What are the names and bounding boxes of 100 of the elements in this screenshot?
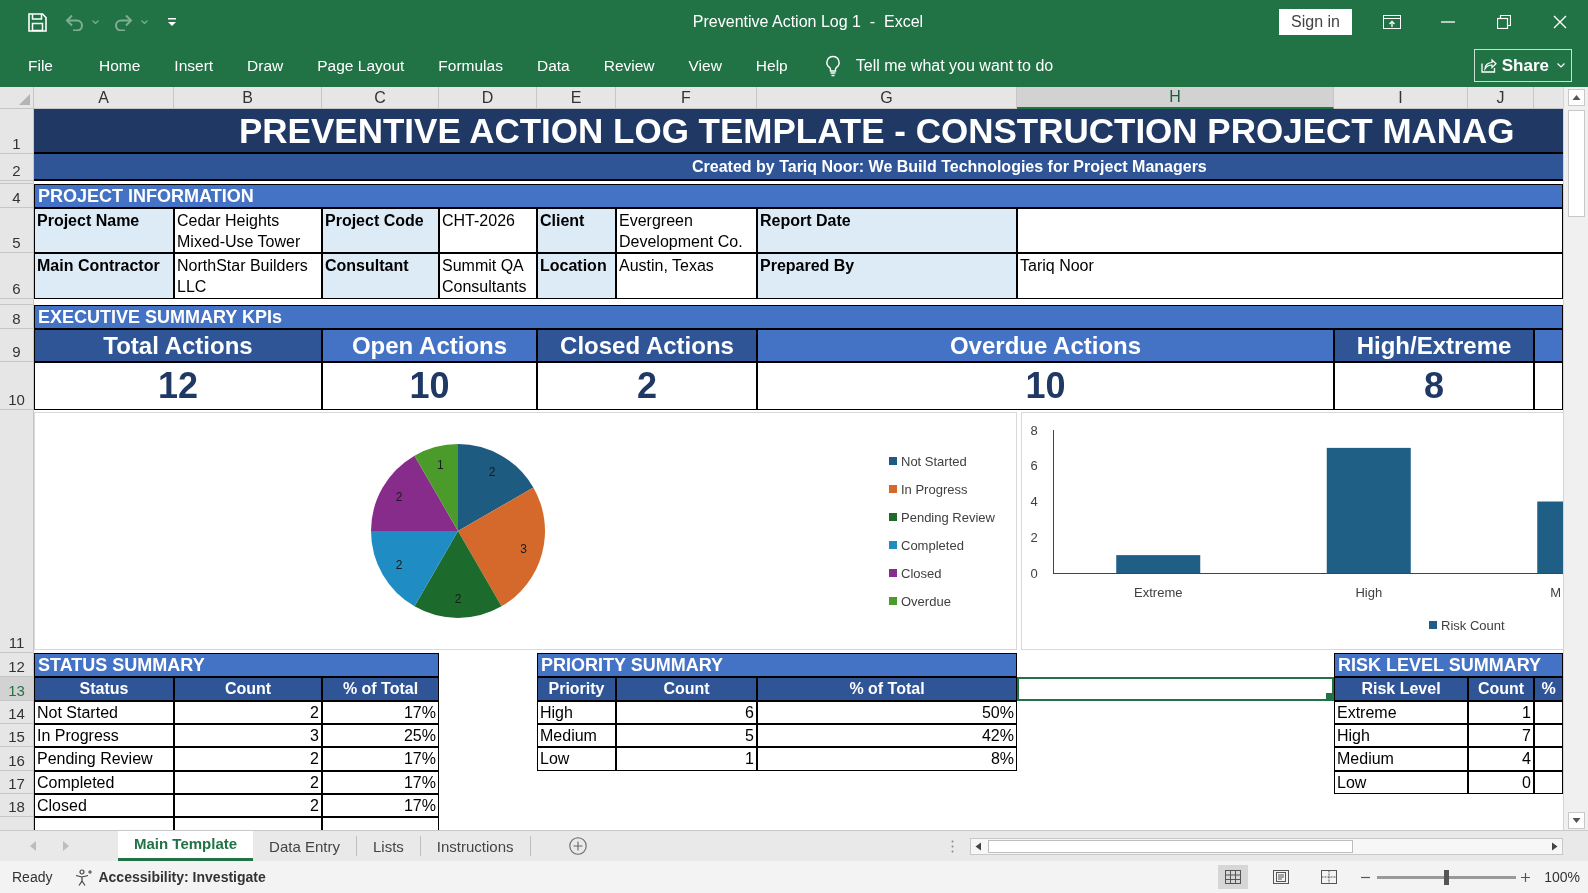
row-header[interactable]: 9 bbox=[0, 329, 34, 362]
legend-label: Completed bbox=[901, 537, 964, 553]
sheet-tab[interactable]: Data Entry bbox=[253, 836, 357, 856]
customize-icon[interactable] bbox=[168, 18, 176, 26]
table-cell: 2 bbox=[174, 747, 322, 771]
column-header[interactable]: G bbox=[757, 87, 1017, 109]
kpi-value: 10 bbox=[322, 362, 537, 410]
accessibility-status[interactable]: Accessibility: Investigate bbox=[98, 866, 266, 888]
category-label: High bbox=[1355, 585, 1383, 600]
row-header[interactable]: 14 bbox=[0, 701, 34, 724]
field-label: Main Contractor bbox=[34, 253, 174, 299]
row-header[interactable]: 16 bbox=[0, 747, 34, 771]
restore-icon[interactable] bbox=[1497, 15, 1511, 29]
accessibility-icon[interactable] bbox=[74, 868, 94, 886]
table-cell: 2 bbox=[174, 701, 322, 724]
scroll-thumb[interactable] bbox=[1567, 110, 1585, 217]
sheet-tab[interactable]: Instructions bbox=[420, 836, 531, 856]
fill-handle[interactable] bbox=[1326, 693, 1332, 699]
table-cell bbox=[1534, 747, 1563, 771]
column-heading: Count bbox=[616, 677, 757, 701]
row-header[interactable]: 10 bbox=[0, 362, 34, 410]
close-icon[interactable] bbox=[1553, 15, 1567, 29]
vertical-scrollbar[interactable] bbox=[1563, 87, 1588, 830]
search-field[interactable]: Tell me what you want to do bbox=[855, 51, 1096, 80]
ribbon-display-icon[interactable] bbox=[1383, 15, 1401, 29]
grid-icon bbox=[1225, 870, 1242, 884]
page-break-icon bbox=[1321, 870, 1338, 884]
row-header[interactable]: 18 bbox=[0, 794, 34, 817]
kpi-value: 12 bbox=[34, 362, 322, 410]
add-sheet-icon[interactable] bbox=[568, 837, 587, 855]
column-header[interactable]: F bbox=[616, 87, 757, 109]
splitter-icon[interactable] bbox=[951, 839, 954, 853]
table-cell: Not Started bbox=[34, 701, 174, 724]
table-cell: Extreme bbox=[1334, 701, 1468, 724]
ribbon-tab[interactable]: Draw bbox=[230, 49, 301, 82]
legend-swatch-icon bbox=[889, 597, 897, 605]
column-heading: Risk Level bbox=[1334, 677, 1468, 701]
kpi-value: 8 bbox=[1334, 362, 1534, 410]
axis-label: 0 bbox=[1030, 565, 1038, 581]
ribbon-tab[interactable]: View bbox=[671, 49, 739, 82]
row-header[interactable]: 17 bbox=[0, 771, 34, 794]
row-header[interactable]: 15 bbox=[0, 724, 34, 747]
table-cell: Medium bbox=[537, 724, 616, 747]
row-header[interactable]: 1 bbox=[0, 109, 34, 154]
selected-cell[interactable] bbox=[1017, 677, 1334, 701]
column-header[interactable]: E bbox=[537, 87, 616, 109]
row-header[interactable]: 4 bbox=[0, 184, 34, 208]
table-cell: Medium bbox=[1334, 747, 1468, 771]
column-header[interactable]: J bbox=[1468, 87, 1534, 109]
column-header[interactable]: A bbox=[34, 87, 174, 109]
zoom-level[interactable]: 100% bbox=[1544, 866, 1580, 888]
data-label: 2 bbox=[488, 465, 496, 480]
table-cell bbox=[1534, 701, 1563, 724]
share-button[interactable]: Share bbox=[1473, 49, 1572, 82]
ribbon-tab[interactable]: File bbox=[11, 49, 70, 82]
category-label: Extreme bbox=[1134, 585, 1183, 600]
zoom-in-icon[interactable] bbox=[1521, 872, 1531, 882]
row-header[interactable]: 12 bbox=[0, 653, 34, 677]
table-cell: 0 bbox=[1468, 771, 1534, 794]
sheet-tab[interactable]: Lists bbox=[356, 836, 421, 856]
normal-view-button[interactable] bbox=[1218, 865, 1249, 889]
field-value: Austin, Texas bbox=[616, 253, 757, 299]
field-value: Tariq Noor bbox=[1017, 253, 1563, 299]
table-cell: 1 bbox=[616, 747, 757, 771]
save-icon[interactable] bbox=[28, 12, 47, 32]
ribbon-tab[interactable]: Help bbox=[738, 49, 805, 82]
column-header[interactable]: I bbox=[1334, 87, 1468, 109]
table-cell: 17% bbox=[322, 794, 439, 817]
slider-thumb[interactable] bbox=[1444, 869, 1450, 885]
table-cell: 7 bbox=[1468, 724, 1534, 747]
row-header[interactable]: 2 bbox=[0, 154, 34, 181]
row-header[interactable]: 13 bbox=[0, 677, 34, 701]
column-heading: % of Total bbox=[757, 677, 1017, 701]
ribbon-tab[interactable]: Page Layout bbox=[300, 49, 422, 82]
table-cell: 25% bbox=[322, 724, 439, 747]
scroll-thumb[interactable] bbox=[988, 839, 1353, 853]
row-header[interactable]: 11 bbox=[0, 410, 34, 653]
horizontal-scrollbar[interactable] bbox=[970, 837, 1563, 855]
ribbon-tab[interactable]: Home bbox=[82, 49, 158, 82]
field-label: Project Name bbox=[34, 208, 174, 253]
ribbon-tab[interactable]: Data bbox=[519, 49, 587, 82]
field-label: Report Date bbox=[757, 208, 1017, 253]
column-heading: Count bbox=[174, 677, 322, 701]
axis-label: 8 bbox=[1030, 422, 1038, 438]
row-header[interactable]: 6 bbox=[0, 253, 34, 299]
table-cell: 1 bbox=[1468, 701, 1534, 724]
ribbon-tab[interactable]: Review bbox=[586, 49, 672, 82]
sheet-tab[interactable]: Main Template bbox=[118, 831, 254, 861]
row-header[interactable]: 8 bbox=[0, 305, 34, 329]
column-header[interactable]: B bbox=[174, 87, 322, 109]
axis-label: 2 bbox=[1030, 529, 1038, 545]
column-header[interactable]: C bbox=[322, 87, 439, 109]
page-icon bbox=[1273, 870, 1290, 884]
column-header[interactable]: H bbox=[1017, 87, 1334, 109]
column-header[interactable]: D bbox=[439, 87, 537, 109]
ribbon-tab[interactable]: Insert bbox=[157, 49, 231, 82]
row-header[interactable]: 5 bbox=[0, 208, 34, 253]
ribbon-tab[interactable]: Formulas bbox=[421, 49, 520, 82]
sign-in-button[interactable]: Sign in bbox=[1279, 9, 1352, 35]
kpi-label: Closed Actions bbox=[537, 329, 757, 362]
